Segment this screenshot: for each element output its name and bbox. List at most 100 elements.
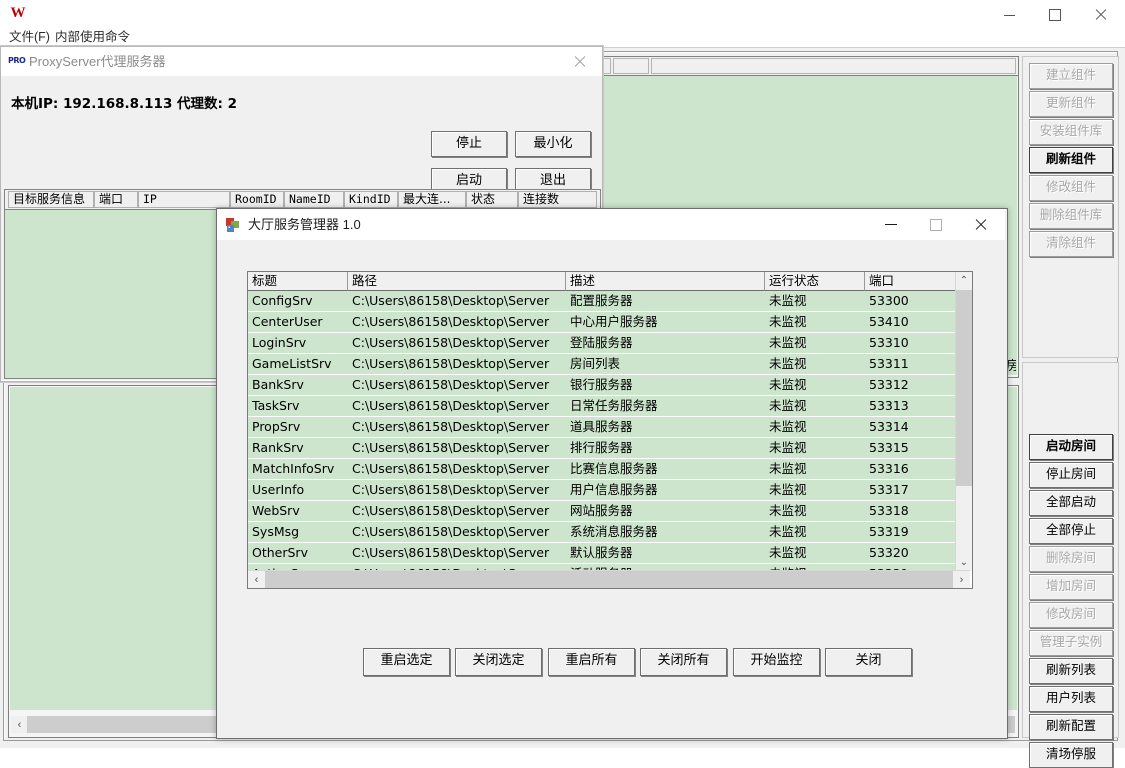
- table-row[interactable]: RankSrvC:\Users\86158\Desktop\Server排行服务…: [248, 438, 955, 459]
- main-menubar: 文件(F) 内部使用命令: [0, 27, 1125, 47]
- table-row[interactable]: UserInfoC:\Users\86158\Desktop\Server用户信…: [248, 480, 955, 501]
- scroll-up-arrow-icon[interactable]: ⌃: [956, 272, 972, 289]
- manager-column-path[interactable]: 路径: [348, 272, 566, 291]
- close-icon: [975, 219, 987, 231]
- table-row[interactable]: LoginSrvC:\Users\86158\Desktop\Server登陆服…: [248, 333, 955, 354]
- table-cell-title: CenterUser: [248, 312, 348, 332]
- button-clear-component[interactable]: 清除组件: [1029, 231, 1113, 257]
- manager-service-table[interactable]: 标题 路径 描述 运行状态 端口 ConfigSrvC:\Users\86158…: [247, 271, 973, 589]
- table-row[interactable]: GameListSrvC:\Users\86158\Desktop\Server…: [248, 354, 955, 375]
- table-cell-port: 53410: [865, 312, 955, 332]
- button-clear-and-stop[interactable]: 清场停服: [1029, 742, 1113, 768]
- scroll-down-arrow-icon[interactable]: ⌄: [956, 554, 972, 571]
- button-restart-selected[interactable]: 重启选定: [363, 648, 450, 676]
- table-row[interactable]: CenterUserC:\Users\86158\Desktop\Server中…: [248, 312, 955, 333]
- table-cell-title: RankSrv: [248, 438, 348, 458]
- menu-item-file[interactable]: 文件(F): [9, 27, 50, 47]
- button-update-component[interactable]: 更新组件: [1029, 91, 1113, 117]
- proxy-table-header-row: 目标服务信息 端口 IP RoomID NameID KindID 最大连...…: [5, 190, 600, 210]
- background-header-cell[interactable]: [651, 58, 1016, 74]
- table-cell-desc: 系统消息服务器: [566, 522, 765, 542]
- table-cell-desc: 默认服务器: [566, 543, 765, 563]
- manager-close-button[interactable]: [958, 209, 1003, 240]
- table-cell-path: C:\Users\86158\Desktop\Server: [348, 312, 566, 332]
- table-cell-desc: 登陆服务器: [566, 333, 765, 353]
- button-close-dialog[interactable]: 关闭: [825, 648, 912, 676]
- table-cell-path: C:\Users\86158\Desktop\Server: [348, 354, 566, 374]
- proxy-minimize-button[interactable]: 最小化: [515, 131, 591, 157]
- proxy-column-connections[interactable]: 连接数: [518, 191, 597, 208]
- table-cell-desc: 排行服务器: [566, 438, 765, 458]
- button-refresh-config[interactable]: 刷新配置: [1029, 714, 1113, 740]
- main-window-minimize-button[interactable]: [986, 0, 1032, 30]
- table-row[interactable]: SysMsgC:\Users\86158\Desktop\Server系统消息服…: [248, 522, 955, 543]
- table-row[interactable]: BankSrvC:\Users\86158\Desktop\Server银行服务…: [248, 375, 955, 396]
- button-modify-room[interactable]: 修改房间: [1029, 602, 1113, 628]
- manager-column-status[interactable]: 运行状态: [765, 272, 865, 291]
- button-install-component-lib[interactable]: 安装组件库: [1029, 119, 1113, 145]
- button-stop-room[interactable]: 停止房间: [1029, 462, 1113, 488]
- manager-column-port[interactable]: 端口: [865, 272, 955, 291]
- manager-titlebar: 大厅服务管理器 1.0: [217, 209, 1005, 240]
- proxy-column-name-id[interactable]: NameID: [284, 191, 344, 208]
- table-cell-port: 53316: [865, 459, 955, 479]
- background-hscroll-left-arrow[interactable]: ‹: [11, 716, 28, 733]
- proxy-stop-button[interactable]: 停止: [431, 131, 507, 157]
- background-header-cell[interactable]: [613, 58, 649, 74]
- proxy-column-ip[interactable]: IP: [138, 191, 230, 208]
- menu-item-internal-commands[interactable]: 内部使用命令: [55, 27, 130, 47]
- table-row[interactable]: MatchInfoSrvC:\Users\86158\Desktop\Serve…: [248, 459, 955, 480]
- main-window-close-button[interactable]: [1078, 0, 1124, 30]
- table-cell-title: GameListSrv: [248, 354, 348, 374]
- scroll-left-arrow-icon[interactable]: ‹: [248, 571, 265, 588]
- table-cell-path: C:\Users\86158\Desktop\Server: [348, 480, 566, 500]
- table-row[interactable]: WebSrvC:\Users\86158\Desktop\Server网站服务器…: [248, 501, 955, 522]
- table-cell-status: 未监视: [765, 396, 865, 416]
- table-row[interactable]: TaskSrvC:\Users\86158\Desktop\Server日常任务…: [248, 396, 955, 417]
- manager-hscroll-thumb[interactable]: [265, 571, 953, 588]
- button-manage-subinstance[interactable]: 管理子实例: [1029, 630, 1113, 656]
- manager-horizontal-scrollbar[interactable]: ‹ ›: [248, 570, 970, 588]
- button-start-monitor[interactable]: 开始监控: [733, 648, 820, 676]
- button-close-selected[interactable]: 关闭选定: [455, 648, 542, 676]
- button-stop-all[interactable]: 全部停止: [1029, 518, 1113, 544]
- manager-table-rows: ConfigSrvC:\Users\86158\Desktop\Server配置…: [248, 291, 955, 571]
- button-refresh-list[interactable]: 刷新列表: [1029, 658, 1113, 684]
- table-row[interactable]: PropSrvC:\Users\86158\Desktop\Server道具服务…: [248, 417, 955, 438]
- button-user-list[interactable]: 用户列表: [1029, 686, 1113, 712]
- button-delete-component-lib[interactable]: 删除组件库: [1029, 203, 1113, 229]
- manager-body: 标题 路径 描述 运行状态 端口 ConfigSrvC:\Users\86158…: [217, 240, 1005, 736]
- button-restart-all[interactable]: 重启所有: [548, 648, 635, 676]
- proxy-close-button[interactable]: [564, 47, 596, 76]
- proxy-column-kind-id[interactable]: KindID: [344, 191, 398, 208]
- button-start-all[interactable]: 全部启动: [1029, 490, 1113, 516]
- table-cell-desc: 中心用户服务器: [566, 312, 765, 332]
- manager-vscroll-thumb[interactable]: [956, 290, 972, 486]
- proxy-column-status[interactable]: 状态: [466, 191, 518, 208]
- close-icon: [1095, 9, 1107, 21]
- button-start-room[interactable]: 启动房间: [1029, 434, 1113, 460]
- manager-column-title[interactable]: 标题: [248, 272, 348, 291]
- proxy-column-max-conn[interactable]: 最大连...: [398, 191, 466, 208]
- table-row[interactable]: ConfigSrvC:\Users\86158\Desktop\Server配置…: [248, 291, 955, 312]
- manager-minimize-button[interactable]: [868, 209, 913, 240]
- button-close-all[interactable]: 关闭所有: [640, 648, 727, 676]
- proxy-column-room-id[interactable]: RoomID: [230, 191, 284, 208]
- proxy-column-target-service[interactable]: 目标服务信息: [8, 191, 94, 208]
- proxy-column-port[interactable]: 端口: [94, 191, 138, 208]
- button-refresh-component[interactable]: 刷新组件: [1029, 147, 1113, 173]
- table-cell-port: 53300: [865, 291, 955, 311]
- main-window-maximize-button[interactable]: [1032, 0, 1078, 30]
- table-cell-port: 53310: [865, 333, 955, 353]
- button-create-component[interactable]: 建立组件: [1029, 63, 1113, 89]
- scroll-right-arrow-icon[interactable]: ›: [953, 571, 970, 588]
- table-cell-status: 未监视: [765, 375, 865, 395]
- button-modify-component[interactable]: 修改组件: [1029, 175, 1113, 201]
- manager-maximize-button[interactable]: [913, 209, 958, 240]
- table-row[interactable]: OtherSrvC:\Users\86158\Desktop\Server默认服…: [248, 543, 955, 564]
- manager-vertical-scrollbar[interactable]: ⌃ ⌄: [955, 272, 972, 571]
- minimize-icon: [885, 224, 897, 225]
- button-delete-room[interactable]: 删除房间: [1029, 546, 1113, 572]
- button-add-room[interactable]: 增加房间: [1029, 574, 1113, 600]
- manager-column-desc[interactable]: 描述: [566, 272, 765, 291]
